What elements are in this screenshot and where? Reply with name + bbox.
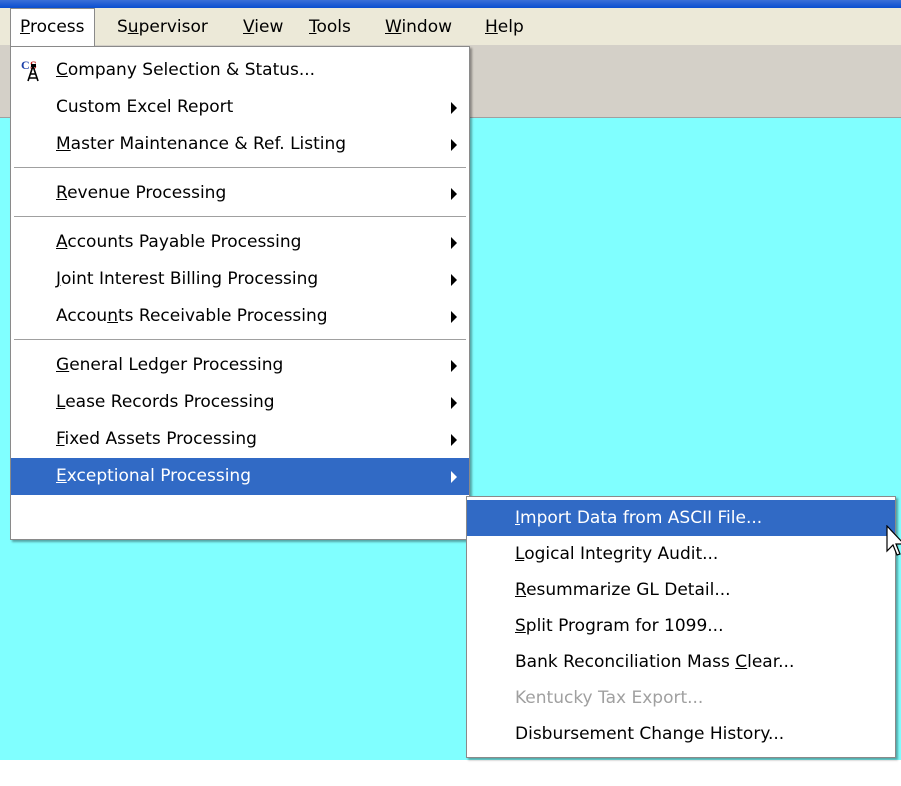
submenu-item-logical-integrity-audit[interactable]: Logical Integrity Audit...: [467, 536, 895, 572]
submenu-item-bank-reconciliation[interactable]: Bank Reconciliation Mass Clear...: [467, 644, 895, 680]
submenu-arrow-icon: [451, 139, 457, 151]
menu-separator: [14, 167, 466, 171]
menu-view[interactable]: View: [234, 8, 292, 46]
menu-item-exceptional-processing[interactable]: Exceptional Processing: [11, 458, 469, 495]
submenu-arrow-icon: [451, 434, 457, 446]
menu-separator: [14, 339, 466, 343]
submenu-item-resummarize-gl[interactable]: Resummarize GL Detail...: [467, 572, 895, 608]
submenu-arrow-icon: [451, 188, 457, 200]
menu-item-general-ledger[interactable]: General Ledger Processing: [11, 347, 469, 384]
submenu-arrow-icon: [451, 274, 457, 286]
menu-item-accounts-payable[interactable]: Accounts Payable Processing: [11, 224, 469, 261]
mouse-cursor-icon: [886, 525, 901, 556]
menu-supervisor[interactable]: Supervisor: [108, 8, 217, 46]
submenu-arrow-icon: [451, 360, 457, 372]
menu-help[interactable]: Help: [476, 8, 533, 46]
menu-item-company-selection[interactable]: C S Company Selection & Status...: [11, 52, 469, 89]
menu-item-master-maintenance[interactable]: Master Maintenance & Ref. Listing: [11, 126, 469, 163]
exceptional-processing-submenu: Import Data from ASCII File... Logical I…: [466, 496, 896, 758]
svg-text:C: C: [21, 58, 30, 72]
submenu-arrow-icon: [451, 311, 457, 323]
menu-item-joint-interest-billing[interactable]: Joint Interest Billing Processing: [11, 261, 469, 298]
menu-tools[interactable]: Tools: [300, 8, 360, 46]
title-bar-strip: [0, 0, 901, 8]
menu-item-fixed-assets[interactable]: Fixed Assets Processing: [11, 421, 469, 458]
submenu-item-split-program-1099[interactable]: Split Program for 1099...: [467, 608, 895, 644]
menu-window[interactable]: Window: [376, 8, 461, 46]
company-icon: C S: [21, 58, 39, 82]
menu-item-lease-records[interactable]: Lease Records Processing: [11, 384, 469, 421]
submenu-item-import-ascii[interactable]: Import Data from ASCII File...: [467, 500, 895, 536]
menu-process[interactable]: Process: [10, 8, 95, 46]
menu-item-custom-excel-report[interactable]: Custom Excel Report: [11, 89, 469, 126]
submenu-item-disbursement-history[interactable]: Disbursement Change History...: [467, 716, 895, 752]
submenu-arrow-icon: [451, 102, 457, 114]
menu-separator: [14, 216, 466, 220]
menu-item-revenue-processing[interactable]: Revenue Processing: [11, 175, 469, 212]
status-strip: [0, 760, 901, 786]
submenu-item-kentucky-tax-export: Kentucky Tax Export...: [515, 688, 704, 708]
submenu-arrow-icon: [451, 237, 457, 249]
submenu-arrow-icon: [451, 471, 457, 483]
menu-bar: Process Supervisor View Tools Window Hel…: [0, 8, 901, 46]
menu-item-accounts-receivable[interactable]: Accounts Receivable Processing: [11, 298, 469, 335]
process-menu: C S Company Selection & Status... Custom…: [10, 46, 470, 540]
submenu-arrow-icon: [451, 397, 457, 409]
